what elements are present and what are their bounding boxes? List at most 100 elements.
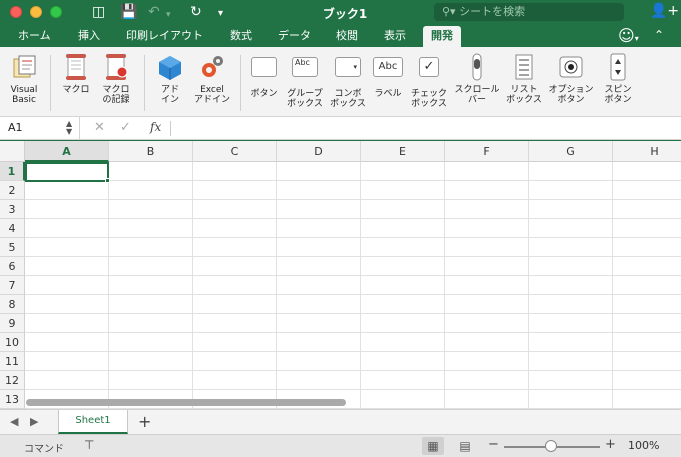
macro-button[interactable]: マクロ: [58, 53, 94, 95]
sheet-tab[interactable]: Sheet1: [58, 410, 128, 434]
option-button-control[interactable]: オプション ボタン: [546, 53, 596, 105]
scrollbar-control[interactable]: スクロール バー: [452, 53, 502, 105]
macro-record-status-icon[interactable]: ⊤: [84, 438, 94, 452]
collapse-ribbon-icon[interactable]: ⌃: [654, 28, 664, 42]
groupbox-label: グループ ボックス: [287, 89, 323, 109]
listbox-control[interactable]: リスト ボックス: [504, 53, 544, 105]
row-header[interactable]: 13: [0, 390, 25, 409]
label-control[interactable]: Abc ラベル: [370, 53, 406, 99]
row-header[interactable]: 7: [0, 276, 25, 295]
grid-line: [25, 199, 681, 200]
name-box-stepper-icon[interactable]: ▲ ▼: [66, 120, 72, 136]
listbox-icon: [510, 53, 538, 81]
prev-sheet-icon[interactable]: ◀: [10, 415, 18, 428]
selected-cell[interactable]: [25, 162, 109, 182]
undo-icon[interactable]: ↶: [148, 4, 160, 20]
tab-insert[interactable]: 挿入: [78, 28, 100, 44]
zoom-slider-thumb[interactable]: [545, 440, 557, 452]
page-layout-view-icon[interactable]: ▤: [454, 437, 476, 455]
search-sheet-input[interactable]: ⚲▾ シートを検索: [434, 3, 624, 21]
row-header[interactable]: 3: [0, 200, 25, 219]
column-header[interactable]: D: [277, 141, 361, 162]
save-icon[interactable]: 💾: [120, 4, 137, 20]
ribbon-separator: [240, 55, 241, 111]
column-header[interactable]: F: [445, 141, 529, 162]
row-header[interactable]: 12: [0, 371, 25, 390]
column-header[interactable]: A: [25, 141, 109, 162]
zoom-out-icon[interactable]: −: [488, 437, 499, 452]
customize-toolbar-icon[interactable]: ▾: [218, 6, 223, 22]
tab-formulas[interactable]: 数式: [230, 28, 252, 44]
label-control-icon: Abc: [373, 57, 403, 85]
grid-line: [25, 180, 681, 181]
addins-button[interactable]: アド イン: [152, 53, 188, 105]
zoom-in-icon[interactable]: +: [605, 437, 616, 452]
confirm-formula-icon[interactable]: ✓: [120, 120, 131, 135]
spreadsheet-grid[interactable]: ABCDEFGH 1 2 3 4 5 6 7 8 9 10 11 12 13: [0, 141, 681, 409]
tab-view[interactable]: 表示: [384, 28, 406, 44]
column-header[interactable]: H: [613, 141, 681, 162]
excel-addins-gear-icon: [198, 53, 226, 81]
option-button-icon: [557, 53, 585, 81]
undo-dropdown-icon[interactable]: ▾: [166, 7, 171, 23]
scrollbar-icon: [463, 53, 491, 81]
sidebar-toggle-icon[interactable]: ◫: [92, 4, 105, 20]
feedback-smiley-icon[interactable]: ☺▾: [618, 26, 639, 45]
listbox-label: リスト ボックス: [506, 85, 542, 105]
formula-divider: [170, 121, 171, 136]
column-header[interactable]: C: [193, 141, 277, 162]
addins-label: アド イン: [160, 85, 179, 105]
minimize-window-button[interactable]: [30, 6, 42, 18]
grid-line: [25, 389, 681, 390]
row-header[interactable]: 2: [0, 181, 25, 200]
normal-view-icon[interactable]: ▦: [422, 437, 444, 455]
formula-bar: A1 ▲ ▼ ✕ ✓ fx: [0, 117, 681, 140]
tab-developer[interactable]: 開発: [423, 26, 461, 47]
groupbox-control[interactable]: Abc グループ ボックス: [284, 53, 326, 109]
addins-cube-icon: [156, 53, 184, 81]
record-macro-button[interactable]: マクロ の記録: [98, 53, 134, 105]
tab-data[interactable]: データ: [278, 28, 311, 44]
combobox-control[interactable]: ▾ コンボ ボックス: [328, 53, 368, 109]
column-header[interactable]: E: [361, 141, 445, 162]
excel-addins-button[interactable]: Excel アドイン: [190, 53, 234, 105]
macro-label: マクロ: [62, 85, 90, 95]
row-header[interactable]: 9: [0, 314, 25, 333]
visual-basic-button[interactable]: Visual Basic: [4, 53, 44, 105]
groupbox-icon: Abc: [291, 57, 319, 85]
form-button-control[interactable]: ボタン: [246, 53, 282, 99]
tab-home[interactable]: ホーム: [18, 28, 51, 44]
row-header[interactable]: 1: [0, 162, 25, 181]
close-window-button[interactable]: [10, 6, 22, 18]
title-bar: ◫ 💾 ↶ ▾ ↻ ▾ ブック1 ⚲▾ シートを検索 👤+: [0, 0, 681, 25]
add-sheet-button[interactable]: +: [138, 412, 151, 431]
fill-handle[interactable]: [105, 178, 110, 183]
redo-icon[interactable]: ↻: [190, 4, 202, 20]
grid-line: [25, 256, 681, 257]
next-sheet-icon[interactable]: ▶: [30, 415, 38, 428]
column-header[interactable]: B: [109, 141, 193, 162]
cancel-formula-icon[interactable]: ✕: [94, 120, 105, 135]
tab-review[interactable]: 校閲: [336, 28, 358, 44]
select-all-corner[interactable]: [0, 141, 25, 162]
row-header[interactable]: 6: [0, 257, 25, 276]
add-user-icon[interactable]: 👤+: [650, 3, 679, 19]
grid-line: [25, 332, 681, 333]
row-header[interactable]: 8: [0, 295, 25, 314]
document-title: ブック1: [322, 7, 368, 21]
ribbon-separator: [144, 55, 145, 111]
status-mode: コマンド: [24, 444, 64, 455]
tab-page-layout[interactable]: 印刷レイアウト: [126, 28, 203, 44]
row-header[interactable]: 4: [0, 219, 25, 238]
maximize-window-button[interactable]: [50, 6, 62, 18]
row-header[interactable]: 10: [0, 333, 25, 352]
horizontal-scrollbar[interactable]: [26, 399, 346, 406]
insert-function-icon[interactable]: fx: [150, 120, 161, 134]
checkbox-control[interactable]: ✓ チェック ボックス: [408, 53, 450, 109]
column-header[interactable]: G: [529, 141, 613, 162]
ribbon: Visual Basic マクロ マクロ の記録 アド イン Excel アドイ…: [0, 47, 681, 117]
row-header[interactable]: 5: [0, 238, 25, 257]
spin-button-control[interactable]: スピン ボタン: [598, 53, 638, 105]
row-header[interactable]: 11: [0, 352, 25, 371]
name-box[interactable]: A1 ▲ ▼: [0, 117, 80, 139]
